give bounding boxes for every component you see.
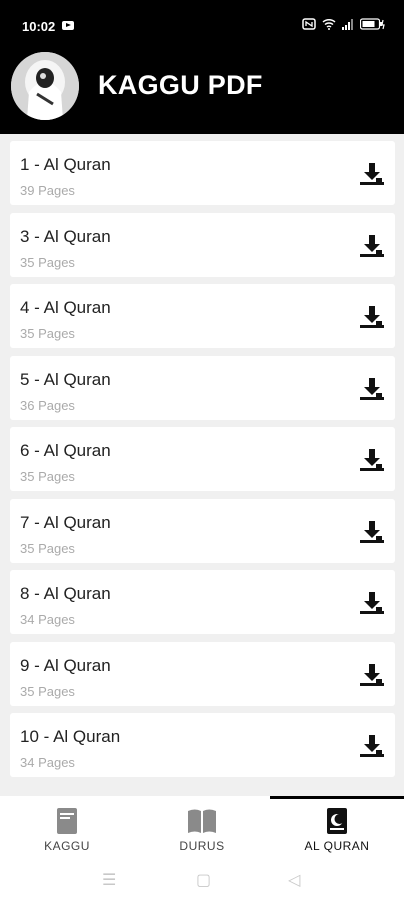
list-item[interactable]: 7 - Al Quran 35 Pages bbox=[10, 498, 395, 563]
active-tab-indicator bbox=[270, 796, 404, 799]
app-bar: KAGGU PDF bbox=[0, 42, 404, 134]
menu-icon[interactable]: ☰ bbox=[102, 870, 116, 890]
list-item[interactable]: 3 - Al Quran 35 Pages bbox=[10, 212, 395, 277]
download-icon[interactable] bbox=[359, 304, 385, 330]
avatar-image bbox=[11, 52, 79, 120]
quran-icon bbox=[327, 808, 347, 834]
bottom-navigation: KAGGU DURUS AL QURAN bbox=[0, 796, 404, 858]
download-icon[interactable] bbox=[359, 233, 385, 259]
download-icon[interactable] bbox=[359, 447, 385, 473]
back-icon[interactable]: ◁ bbox=[288, 870, 300, 890]
system-navigation-bar: ☰ ▢ ◁ bbox=[0, 858, 404, 900]
item-title: 7 - Al Quran bbox=[20, 512, 111, 532]
item-page-count: 39 Pages bbox=[20, 183, 75, 198]
item-page-count: 34 Pages bbox=[20, 755, 75, 770]
tab-durus-label: DURUS bbox=[179, 839, 225, 853]
wifi-icon bbox=[322, 18, 336, 30]
item-title: 9 - Al Quran bbox=[20, 655, 111, 675]
tab-kaggu-label: KAGGU bbox=[44, 839, 90, 853]
download-icon[interactable] bbox=[359, 376, 385, 402]
item-title: 5 - Al Quran bbox=[20, 369, 111, 389]
nfc-icon bbox=[302, 18, 316, 30]
download-icon[interactable] bbox=[359, 590, 385, 616]
item-page-count: 35 Pages bbox=[20, 254, 75, 270]
list-item[interactable]: 1 - Al Quran 39 Pages bbox=[10, 141, 395, 205]
battery-icon bbox=[360, 18, 385, 30]
download-icon[interactable] bbox=[359, 519, 385, 545]
item-title: 4 - Al Quran bbox=[20, 298, 111, 317]
item-page-count: 36 Pages bbox=[20, 397, 75, 413]
download-icon[interactable] bbox=[359, 161, 385, 187]
item-page-count: 35 Pages bbox=[20, 683, 75, 699]
item-title: 8 - Al Quran bbox=[20, 584, 111, 603]
list-item[interactable]: 9 - Al Quran 35 Pages bbox=[10, 641, 395, 706]
book-icon bbox=[57, 808, 77, 834]
item-title: 6 - Al Quran bbox=[20, 441, 111, 460]
signal-icon bbox=[342, 19, 353, 30]
list-item[interactable]: 4 - Al Quran 35 Pages bbox=[10, 284, 395, 348]
download-icon[interactable] bbox=[359, 662, 385, 688]
status-bar: 10:02 bbox=[0, 0, 404, 42]
list-item[interactable]: 10 - Al Quran 34 Pages bbox=[10, 713, 395, 777]
item-title: 10 - Al Quran bbox=[20, 727, 121, 746]
home-icon[interactable]: ▢ bbox=[196, 870, 211, 890]
tab-durus[interactable]: DURUS bbox=[135, 796, 269, 858]
download-icon[interactable] bbox=[359, 733, 385, 759]
open-book-icon bbox=[188, 809, 216, 833]
item-page-count: 35 Pages bbox=[20, 469, 75, 484]
item-title: 3 - Al Quran bbox=[20, 226, 111, 246]
profile-avatar[interactable] bbox=[11, 52, 79, 120]
item-page-count: 35 Pages bbox=[20, 326, 75, 341]
status-time: 10:02 bbox=[22, 19, 56, 34]
app-title: KAGGU PDF bbox=[98, 70, 263, 100]
tab-kaggu[interactable]: KAGGU bbox=[0, 796, 134, 858]
item-title: 1 - Al Quran bbox=[20, 155, 111, 174]
item-page-count: 35 Pages bbox=[20, 540, 75, 556]
list-item[interactable]: 8 - Al Quran 34 Pages bbox=[10, 570, 395, 634]
item-page-count: 34 Pages bbox=[20, 612, 75, 627]
youtube-icon bbox=[62, 21, 74, 30]
tab-al-quran[interactable]: AL QURAN bbox=[270, 796, 404, 858]
pdf-list[interactable]: 1 - Al Quran 39 Pages 3 - Al Quran 35 Pages… bbox=[0, 134, 404, 796]
list-item[interactable]: 5 - Al Quran 36 Pages bbox=[10, 355, 395, 420]
status-icons bbox=[302, 18, 386, 30]
list-item[interactable]: 6 - Al Quran 35 Pages bbox=[10, 427, 395, 491]
tab-al-quran-label: AL QURAN bbox=[304, 839, 370, 853]
